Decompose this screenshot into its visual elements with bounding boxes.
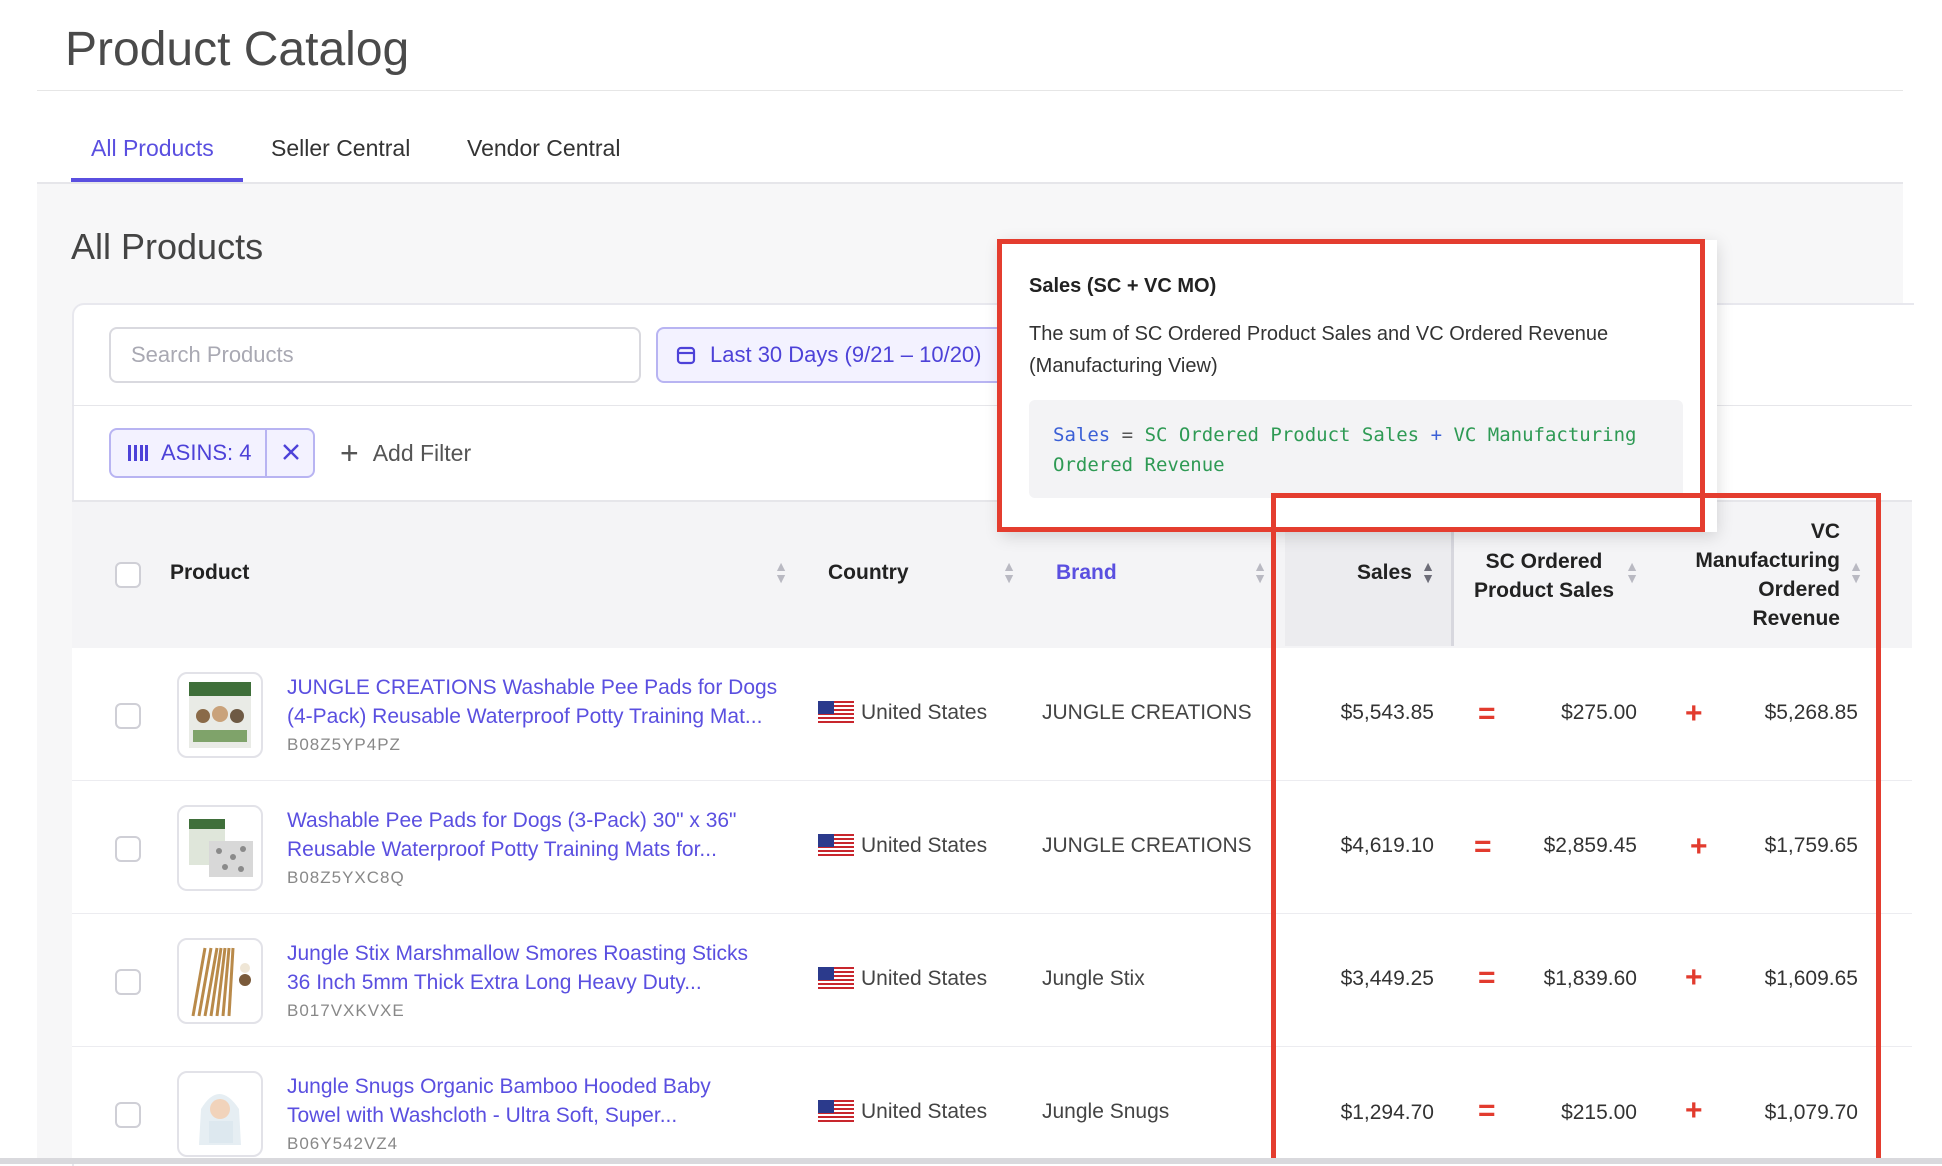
active-tab-indicator [71, 178, 243, 182]
add-filter-label: Add Filter [372, 439, 472, 466]
date-range-button[interactable]: Last 30 Days (9/21 – 10/20) [656, 327, 1006, 383]
product-title-line: Towel with Washcloth - Ultra Soft, Super… [287, 1104, 678, 1127]
tooltip-highlight-box [997, 239, 1705, 532]
product-title-line: Jungle Stix Marshmallow Smores Roasting … [287, 942, 748, 965]
country-label: United States [861, 834, 988, 857]
product-title-line: Washable Pee Pads for Dogs (3-Pack) 30" … [287, 809, 737, 832]
brand-label: JUNGLE CREATIONS [1042, 701, 1252, 724]
chip-separator [265, 430, 267, 476]
columns-icon [128, 445, 148, 461]
section-title: All Products [71, 226, 264, 267]
product-title-link[interactable]: Jungle Stix Marshmallow Smores Roasting … [287, 939, 797, 997]
asin-label: B08Z5YXC8Q [287, 868, 405, 887]
us-flag-icon [818, 834, 854, 858]
country-label: United States [861, 1100, 988, 1123]
search-input[interactable]: Search Products [109, 327, 641, 383]
product-thumbnail [177, 672, 263, 758]
product-title-line: Jungle Snugs Organic Bamboo Hooded Baby [287, 1075, 711, 1098]
sort-icon[interactable]: ▲ ▼ [773, 559, 789, 585]
asins-filter-chip[interactable]: ASINS: 4 [109, 428, 315, 478]
us-flag-icon [818, 701, 854, 725]
bottom-scrollbar[interactable] [0, 1158, 1942, 1164]
us-flag-icon [818, 1100, 854, 1124]
search-placeholder: Search Products [131, 342, 294, 367]
asins-chip-label: ASINS: 4 [161, 440, 252, 465]
product-title-line: JUNGLE CREATIONS Washable Pee Pads for D… [287, 676, 778, 699]
add-filter-button[interactable]: + Add Filter [340, 437, 471, 469]
row-checkbox[interactable] [115, 969, 141, 995]
us-flag-icon [818, 967, 854, 991]
header-product[interactable]: Product [170, 561, 249, 585]
tab-vendor-central[interactable]: Vendor Central [467, 135, 620, 162]
row-checkbox[interactable] [115, 703, 141, 729]
sort-icon[interactable]: ▲ ▼ [1252, 559, 1268, 585]
select-all-checkbox[interactable] [115, 562, 141, 588]
brand-label: JUNGLE CREATIONS [1042, 834, 1252, 857]
country-label: United States [861, 967, 988, 990]
brand-label: Jungle Snugs [1042, 1100, 1170, 1123]
row-checkbox[interactable] [115, 836, 141, 862]
product-title-link[interactable]: Washable Pee Pads for Dogs (3-Pack) 30" … [287, 806, 797, 864]
product-title-line: 36 Inch 5mm Thick Extra Long Heavy Duty.… [287, 971, 702, 994]
tab-seller-central[interactable]: Seller Central [271, 135, 410, 162]
product-title-link[interactable]: Jungle Snugs Organic Bamboo Hooded Baby … [287, 1072, 797, 1130]
product-title-line: Reusable Waterproof Potty Training Mats … [287, 838, 717, 861]
product-title-line: (4-Pack) Reusable Waterproof Potty Train… [287, 705, 763, 728]
asin-label: B08Z5YP4PZ [287, 735, 401, 754]
product-thumbnail [177, 1071, 263, 1157]
header-brand[interactable]: Brand [1056, 561, 1117, 585]
tab-all-products[interactable]: All Products [91, 135, 214, 162]
product-title-link[interactable]: JUNGLE CREATIONS Washable Pee Pads for D… [287, 673, 797, 731]
country-label: United States [861, 701, 988, 724]
page-title: Product Catalog [65, 23, 410, 76]
calendar-icon [676, 346, 696, 365]
row-checkbox[interactable] [115, 1102, 141, 1128]
brand-label: Jungle Stix [1042, 967, 1145, 990]
asin-label: B06Y542VZ4 [287, 1134, 399, 1153]
close-icon[interactable] [279, 440, 303, 464]
columns-highlight-box [1271, 493, 1881, 1164]
sort-icon[interactable]: ▲ ▼ [1001, 559, 1017, 585]
date-range-label: Last 30 Days (9/21 – 10/20) [710, 342, 982, 367]
header-divider [37, 90, 1903, 91]
product-thumbnail [177, 805, 263, 891]
header-country[interactable]: Country [828, 561, 909, 585]
plus-icon: + [340, 435, 359, 471]
asin-label: B017VXKVXE [287, 1001, 405, 1020]
product-thumbnail [177, 938, 263, 1024]
